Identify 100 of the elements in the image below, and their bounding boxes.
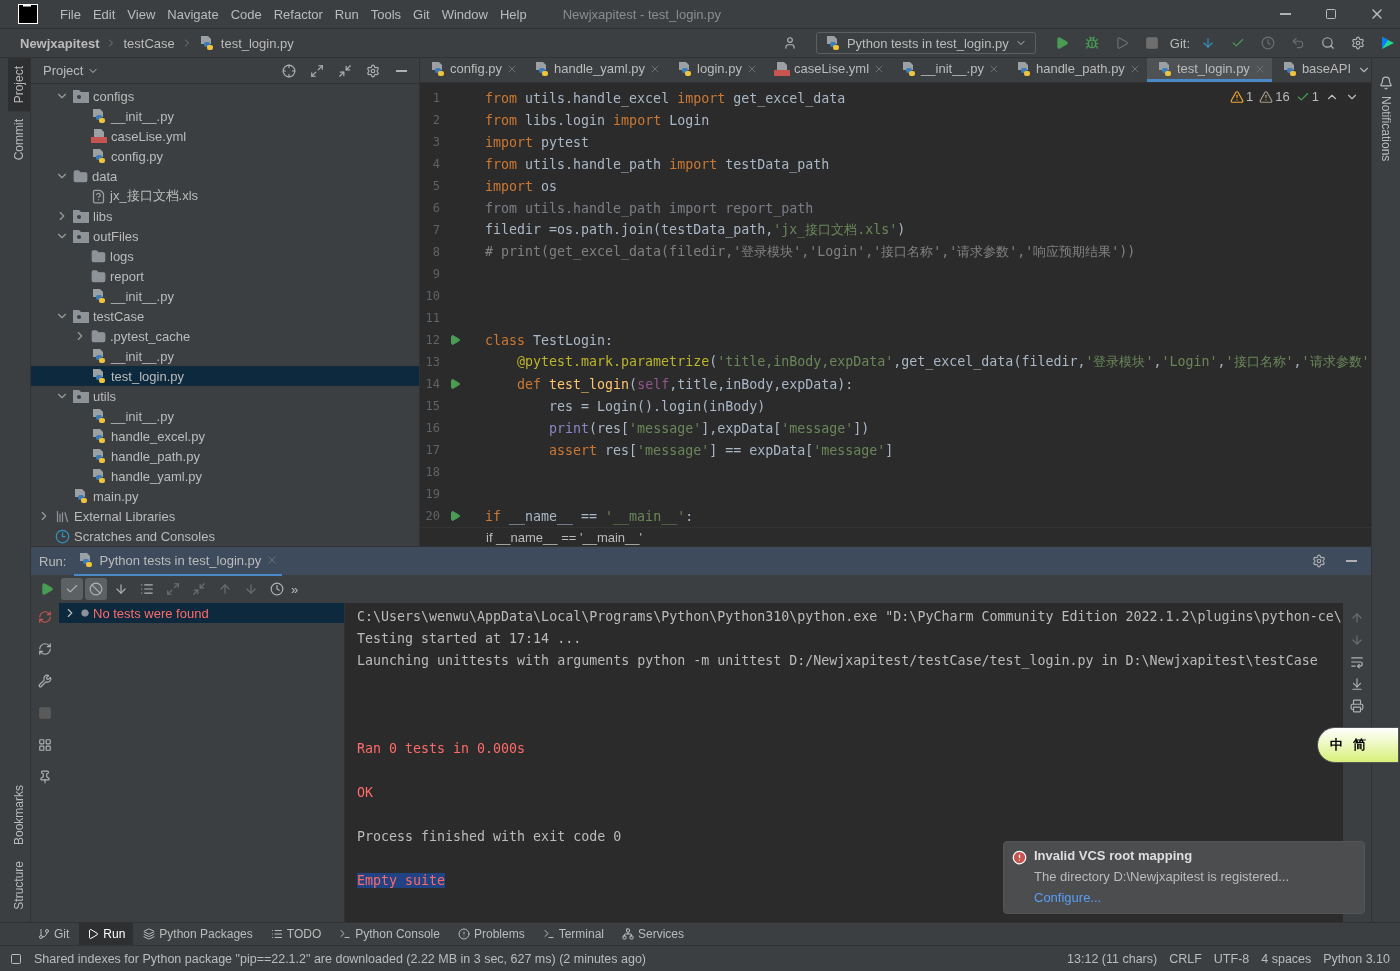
tree-item[interactable]: caseLise.yml xyxy=(31,126,419,146)
panel-title[interactable]: Project xyxy=(43,63,84,78)
tree-item[interactable]: data xyxy=(31,166,419,186)
tree-item[interactable]: config.py xyxy=(31,146,419,166)
breadcrumb[interactable]: Newjxapitest xyxy=(20,35,100,51)
editor-tab[interactable]: login.py xyxy=(667,58,764,83)
tool-window-tab[interactable]: Bookmarks xyxy=(8,777,30,854)
line-number: 6 xyxy=(431,201,440,216)
editor-tab[interactable]: caseLise.yml xyxy=(763,58,892,83)
menu-item[interactable]: Tools xyxy=(364,6,408,22)
status-item[interactable]: CRLF xyxy=(1169,951,1202,966)
tool-window-tab[interactable]: TODO xyxy=(262,923,330,945)
python-file-icon xyxy=(91,368,107,384)
tree-item[interactable]: main.py xyxy=(31,486,419,506)
breadcrumb[interactable]: test_login.py xyxy=(220,35,294,51)
tree-item[interactable]: report xyxy=(31,266,419,286)
tree-item[interactable]: __init__.py xyxy=(31,106,419,126)
tree-item[interactable]: jx_接口文档.xls xyxy=(31,186,419,206)
breadcrumb[interactable]: testCase xyxy=(123,35,175,51)
editor-tab[interactable]: handle_path.py xyxy=(1005,58,1147,83)
inspection-count[interactable]: 16 xyxy=(1259,89,1290,105)
tool-window-tab[interactable]: Terminal xyxy=(534,923,612,945)
run-configuration-dropdown[interactable]: Python tests in test_login.py xyxy=(815,32,1036,54)
tree-item[interactable]: utils xyxy=(31,386,419,406)
inspection-count[interactable]: 1 xyxy=(1295,89,1319,105)
line-number: 4 xyxy=(431,157,440,172)
tree-item[interactable]: test_login.py xyxy=(31,366,419,386)
code-breadcrumb[interactable]: if __name__ == '__main__' xyxy=(486,529,643,545)
input-method-widget[interactable]: 中 简 xyxy=(1317,727,1399,763)
tree-item[interactable]: testCase xyxy=(31,306,419,326)
status-item[interactable]: UTF-8 xyxy=(1213,951,1250,966)
menu-item[interactable]: Git xyxy=(407,6,436,22)
line-number: 14 xyxy=(424,377,440,392)
menu-item[interactable]: Edit xyxy=(86,6,122,22)
tool-icon xyxy=(542,928,555,940)
tool-window-tab[interactable]: Python Packages xyxy=(135,923,261,945)
code-line: import os xyxy=(485,178,558,194)
status-item[interactable]: 13:12 (11 chars) xyxy=(1067,951,1158,966)
menu-item[interactable]: File xyxy=(54,6,87,22)
settings-icon xyxy=(366,63,380,78)
tool-window-tab[interactable]: Run xyxy=(79,923,134,945)
person-icon xyxy=(782,36,797,50)
arrow-up-icon xyxy=(218,582,232,596)
soft-wrap-icon xyxy=(1350,655,1364,669)
editor-tab[interactable]: baseAPI xyxy=(1271,58,1358,83)
tree-item[interactable]: handle_excel.py xyxy=(31,426,419,446)
tree-item[interactable]: configs xyxy=(31,86,419,106)
tool-icon xyxy=(339,928,352,940)
filter-toggle[interactable] xyxy=(61,578,83,600)
status-item[interactable]: Python 3.10 xyxy=(1323,951,1390,966)
test-run-tab[interactable]: Python tests in test_login.py xyxy=(74,546,283,576)
tree-item[interactable]: Scratches and Consoles xyxy=(31,526,419,546)
editor-tab[interactable]: handle_yaml.py xyxy=(524,58,668,83)
tree-item[interactable]: __init__.py xyxy=(31,406,419,426)
tool-window-tab[interactable]: Problems xyxy=(449,923,533,945)
menu-item[interactable]: Run xyxy=(328,6,365,22)
line-number: 1 xyxy=(431,91,440,106)
python-file-icon xyxy=(1156,60,1173,77)
tree-item[interactable]: logs xyxy=(31,246,419,266)
configure-link[interactable]: Configure... xyxy=(1034,890,1354,905)
status-item[interactable]: 4 spaces xyxy=(1261,951,1312,966)
tool-window-tab[interactable]: Services xyxy=(614,923,692,945)
status-dot-icon xyxy=(81,609,89,617)
tree-item[interactable]: __init__.py xyxy=(31,346,419,366)
menu-item[interactable]: Navigate xyxy=(161,6,225,22)
tree-item[interactable]: handle_path.py xyxy=(31,446,419,466)
test-tree-item[interactable]: No tests were found xyxy=(59,603,344,623)
tree-item[interactable]: libs xyxy=(31,206,419,226)
python-file-icon xyxy=(91,468,107,484)
tool-window-tab[interactable]: Project xyxy=(8,58,30,112)
code-line: import pytest xyxy=(485,134,590,150)
tool-window-tab[interactable]: Python Console xyxy=(331,923,448,945)
tree-item[interactable]: External Libraries xyxy=(31,506,419,526)
tree-item[interactable]: __init__.py xyxy=(31,286,419,306)
tree-item[interactable]: handle_yaml.py xyxy=(31,466,419,486)
notifications-tab[interactable]: Notifications xyxy=(1376,68,1396,170)
sort-icon xyxy=(114,582,128,596)
editor-tab[interactable]: config.py xyxy=(420,58,525,83)
coverage-icon xyxy=(1114,36,1129,50)
tool-icon xyxy=(622,928,634,940)
tool-window-tab[interactable]: Structure xyxy=(8,853,30,918)
tree-item[interactable]: .pytest_cache xyxy=(31,326,419,346)
expand-icon xyxy=(166,582,180,596)
inspection-count[interactable]: 1 xyxy=(1230,89,1254,105)
menu-item[interactable]: Refactor xyxy=(267,6,329,22)
package-folder-icon xyxy=(73,389,89,403)
filter-toggle[interactable] xyxy=(85,578,107,600)
menu-item[interactable]: Help xyxy=(493,6,533,22)
print-icon xyxy=(1350,699,1364,713)
menu-item[interactable]: Window xyxy=(435,6,494,22)
tool-window-tab[interactable]: Commit xyxy=(8,111,30,169)
editor-tab[interactable]: __init__.py xyxy=(891,58,1006,83)
editor-tab[interactable]: test_login.py xyxy=(1146,58,1272,83)
check-icon xyxy=(1231,36,1245,50)
menu-item[interactable]: Code xyxy=(224,6,268,22)
tree-item[interactable]: outFiles xyxy=(31,226,419,246)
more-button[interactable]: » xyxy=(291,581,299,597)
tool-window-tab[interactable]: Git xyxy=(30,923,78,945)
python-file-icon xyxy=(91,408,107,424)
menu-item[interactable]: View xyxy=(121,6,162,22)
